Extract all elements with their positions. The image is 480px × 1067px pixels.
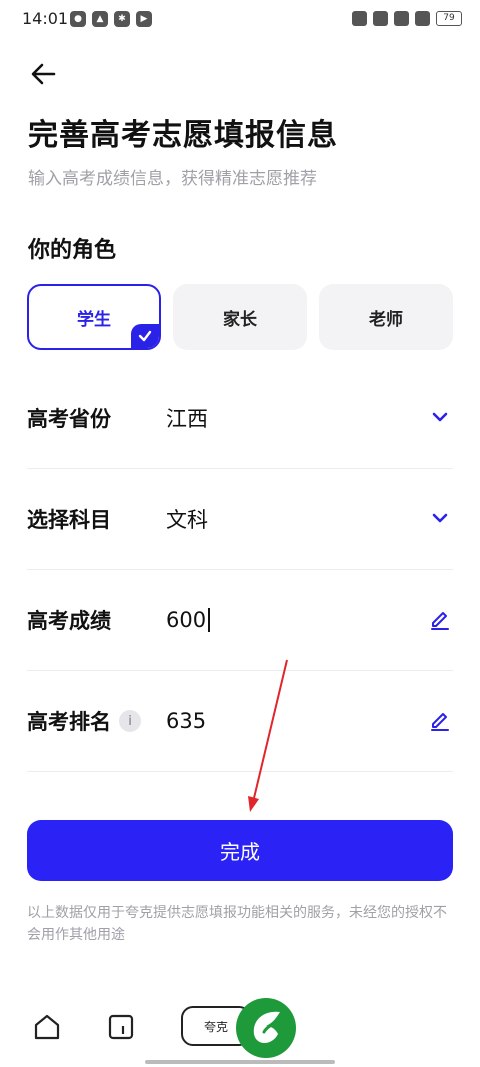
play-icon: ▶ — [136, 11, 152, 27]
chevron-down-icon[interactable] — [427, 505, 453, 531]
quark-pill-label: 夸克 — [203, 1019, 228, 1034]
role-option-label: 家长 — [223, 309, 257, 330]
score-value: 600 — [166, 608, 207, 632]
mute-icon — [373, 11, 388, 26]
score-label: 高考成绩 — [27, 609, 111, 633]
alarm-icon — [352, 11, 367, 26]
bottom-nav: 夸克 — [0, 990, 480, 1067]
subject-row[interactable]: 选择科目 文科 — [27, 469, 453, 570]
score-row: 高考成绩 600 — [27, 570, 453, 671]
back-button[interactable] — [28, 58, 60, 90]
notification-icons: ● ▲ ✱ ▶ — [70, 11, 152, 27]
battery-icon: 79 — [436, 11, 462, 26]
fan-icon: ✱ — [114, 11, 130, 27]
role-selector: 学生 家长 老师 — [27, 284, 453, 350]
info-icon[interactable]: i — [119, 710, 141, 732]
app-notification-icon: ▲ — [92, 11, 108, 27]
check-icon — [131, 324, 159, 348]
done-button[interactable]: 完成 — [27, 820, 453, 881]
role-option-label: 老师 — [369, 309, 403, 330]
message-icon: ● — [70, 11, 86, 27]
rank-label: 高考排名 — [27, 710, 111, 734]
role-option-label: 学生 — [77, 309, 111, 330]
text-cursor — [208, 608, 211, 632]
brand-logo-icon — [234, 996, 298, 1060]
role-option-student[interactable]: 学生 — [27, 284, 161, 350]
system-icons: 79 — [352, 11, 462, 26]
page-title: 完善高考志愿填报信息 — [28, 118, 338, 153]
role-option-teacher[interactable]: 老师 — [319, 284, 453, 350]
arrow-left-icon — [31, 63, 56, 85]
province-value[interactable]: 江西 — [166, 368, 208, 468]
rank-input[interactable]: 635 — [166, 671, 206, 771]
province-label: 高考省份 — [27, 407, 111, 431]
chevron-down-icon[interactable] — [427, 404, 453, 430]
signal-icon — [415, 11, 430, 26]
privacy-disclaimer: 以上数据仅用于夸克提供志愿填报功能相关的服务，未经您的授权不会用作其他用途 — [27, 905, 447, 943]
home-icon[interactable] — [32, 1012, 62, 1042]
home-indicator — [145, 1060, 335, 1064]
page-subtitle: 输入高考成绩信息，获得精准志愿推荐 — [28, 169, 317, 189]
subject-value[interactable]: 文科 — [166, 469, 208, 569]
tabs-icon[interactable] — [106, 1012, 136, 1042]
status-bar: 14:01 ● ▲ ✱ ▶ 79 — [0, 0, 480, 38]
edit-icon[interactable] — [427, 606, 453, 632]
status-time: 14:01 — [22, 9, 69, 28]
score-input[interactable]: 600 — [166, 570, 211, 670]
hd-icon — [394, 11, 409, 26]
role-section-label: 你的角色 — [28, 238, 117, 263]
subject-label: 选择科目 — [27, 508, 111, 532]
rank-row: 高考排名 i 635 — [27, 671, 453, 772]
rank-label-wrap: 高考排名 i — [27, 671, 141, 771]
edit-icon[interactable] — [427, 707, 453, 733]
role-option-parent[interactable]: 家长 — [173, 284, 307, 350]
province-row[interactable]: 高考省份 江西 — [27, 368, 453, 469]
